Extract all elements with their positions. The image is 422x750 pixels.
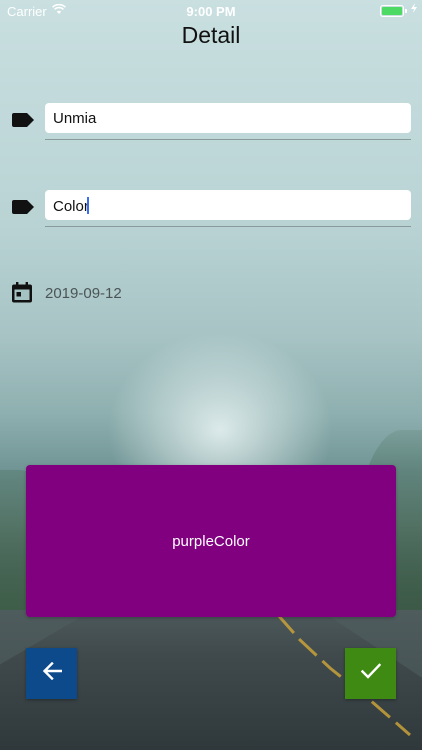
date-value: 2019-09-12 [45, 285, 122, 302]
color-input[interactable]: Color [45, 190, 411, 220]
name-field-row: Unmia [12, 103, 411, 143]
color-input-text: Color [53, 198, 89, 215]
name-input[interactable]: Unmia [45, 103, 411, 133]
name-input-value: Unmia [53, 110, 97, 127]
label-tag-icon [12, 200, 34, 219]
color-input-underline [45, 226, 411, 227]
page-title: Detail [181, 22, 241, 48]
date-row[interactable]: 2019-09-12 [12, 282, 410, 306]
back-button[interactable] [26, 648, 77, 699]
text-cursor [86, 197, 89, 214]
label-tag-icon [12, 113, 34, 132]
status-time: 9:00 PM [186, 4, 236, 19]
color-field-row: Color [12, 190, 411, 230]
confirm-button[interactable] [345, 648, 396, 699]
status-bar: Carrier 9:00 PM [0, 0, 422, 22]
charging-bolt-icon [411, 3, 417, 16]
color-name-label: purpleColor [172, 533, 250, 550]
calendar-icon [12, 282, 32, 308]
color-preview-card[interactable]: purpleColor [26, 465, 396, 617]
name-input-underline [45, 139, 411, 140]
color-input-value: Color [53, 197, 89, 215]
battery-icon [380, 5, 407, 17]
arrow-left-icon [42, 661, 62, 685]
checkmark-icon [360, 663, 381, 684]
